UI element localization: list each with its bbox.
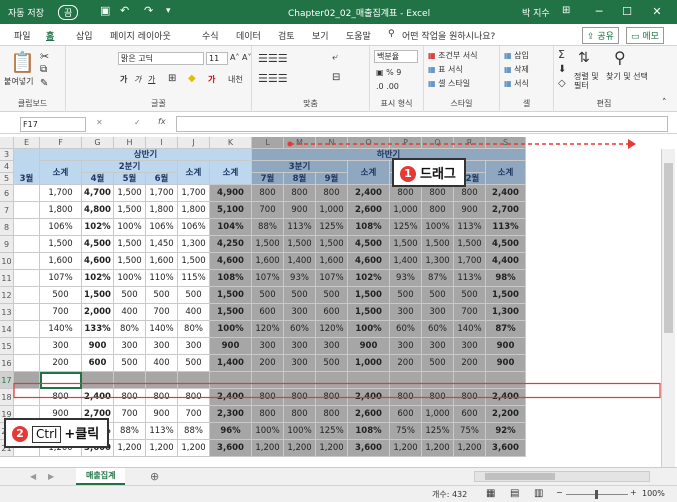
horizontal-scrollbar[interactable] xyxy=(474,471,650,482)
excel-window: 자동 저장 끔 ▣ ↶ ↷ ▾ Chapter02_02_매출집계표 - Exc… xyxy=(0,0,677,502)
sheet-tab-bar: ◀ ▶ 매출집계 ⊕ xyxy=(0,467,677,485)
add-sheet-icon[interactable]: ⊕ xyxy=(150,470,159,483)
ctrl-key: Ctrl xyxy=(32,426,62,443)
step-2-badge: 2 xyxy=(12,426,28,442)
next-sheet-icon[interactable]: ▶ xyxy=(48,472,54,481)
drag-start-dot xyxy=(287,141,293,147)
sheet-tab-sales[interactable]: 매출집계 xyxy=(76,468,126,485)
step-1-badge: 1 xyxy=(400,166,416,182)
ctrl-click-text: +클릭 xyxy=(64,427,100,442)
selected-row-outline xyxy=(13,382,661,399)
drag-callout: 1 드래그 xyxy=(392,158,466,187)
status-bar: 개수: 432 ▦ ▤ ▥ − + 100% xyxy=(0,485,677,502)
horizontal-scroll-thumb[interactable] xyxy=(485,473,555,480)
count-readout: 개수: 432 xyxy=(432,490,468,499)
drag-callout-text: 드래그 xyxy=(420,167,456,182)
zoom-level[interactable]: 100% xyxy=(642,489,665,498)
normal-view-icon[interactable]: ▦ xyxy=(486,488,495,499)
zoom-out-icon[interactable]: − xyxy=(556,488,563,497)
prev-sheet-icon[interactable]: ◀ xyxy=(30,472,36,481)
page-layout-view-icon[interactable]: ▤ xyxy=(510,488,519,499)
page-break-view-icon[interactable]: ▥ xyxy=(534,488,543,499)
zoom-in-icon[interactable]: + xyxy=(630,488,637,497)
drag-arrow-head xyxy=(628,139,636,149)
zoom-slider-thumb[interactable] xyxy=(595,490,598,499)
zoom-slider[interactable] xyxy=(566,490,628,499)
ctrl-click-callout: 2 Ctrl +클릭 xyxy=(4,418,110,448)
